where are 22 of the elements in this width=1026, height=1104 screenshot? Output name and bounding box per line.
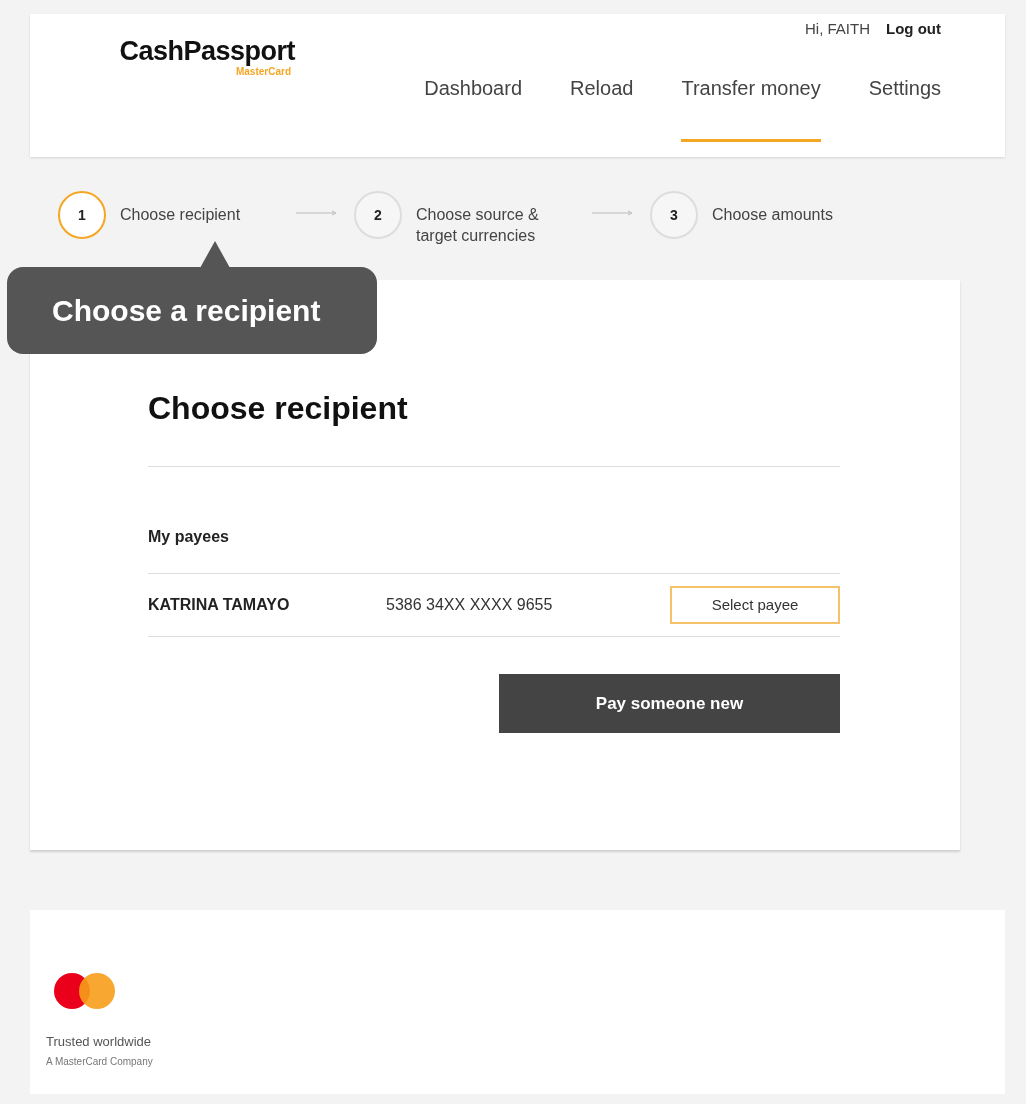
step-label: Choose amounts [712,205,834,225]
nav-tab[interactable]: Settings [868,72,941,142]
page-title: Choose recipient [148,384,840,467]
company-text: A MasterCard Company [46,1054,154,1069]
payee-name: KATRINA TAMAYO [148,595,291,615]
greeting-text: Hi, FAITH [805,19,870,39]
select-payee-button[interactable]: Select payee [670,586,840,624]
pay-someone-new-button[interactable]: Pay someone new [499,674,840,733]
step-label: Choose recipient [120,205,242,225]
card-number: 5386 34XX XXXX 9655 [386,595,554,615]
logout-link[interactable]: Log out [886,18,941,41]
section-heading: My payees [148,525,840,574]
logo-subtitle: MasterCard [235,67,291,77]
callout-text: Choose a recipient [52,293,321,329]
step-label: Choose source & target currencies [416,205,540,246]
nav-tab[interactable]: Dashboard [424,72,523,142]
nav-tab[interactable]: Reload [570,72,634,142]
arrow-icon [592,210,634,216]
mastercard-logo-icon [53,972,117,1010]
nav-tab[interactable]: Transfer money [681,72,821,142]
arrow-icon [296,210,338,216]
tagline-text: Trusted worldwide [46,1033,152,1051]
